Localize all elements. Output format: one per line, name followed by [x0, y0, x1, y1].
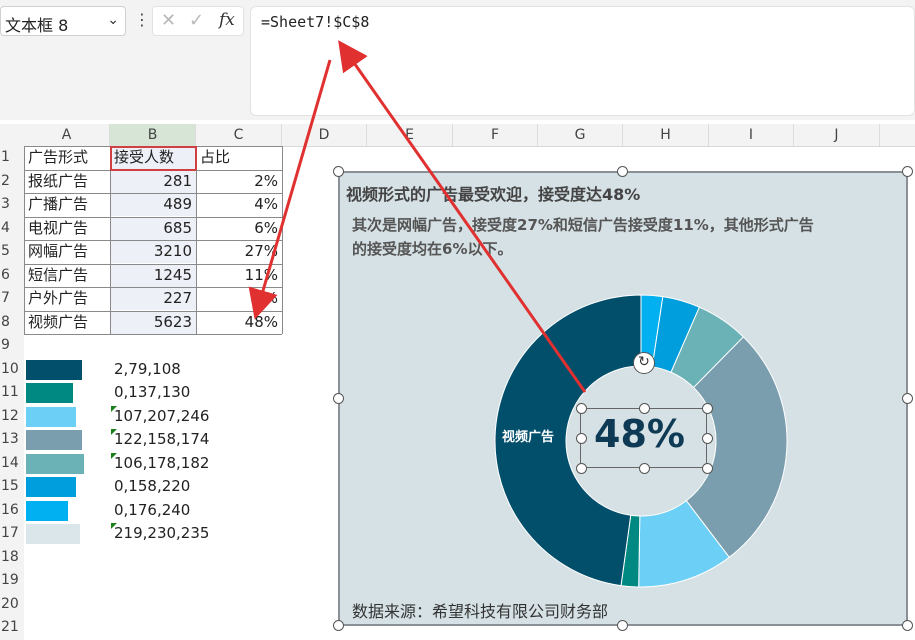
textbox-resize-handle[interactable] — [701, 462, 713, 474]
chart-resize-handle[interactable] — [616, 165, 628, 177]
chart-resize-handle[interactable] — [616, 619, 628, 631]
chart-resize-handle[interactable] — [901, 165, 913, 177]
textbox-resize-handle[interactable] — [638, 402, 650, 414]
textbox-resize-handle[interactable] — [701, 432, 713, 444]
chart-resize-handle[interactable] — [332, 165, 344, 177]
rotate-handle-icon[interactable]: ↻ — [633, 352, 655, 374]
chart-resize-handle[interactable] — [901, 392, 913, 404]
textbox-resize-handle[interactable] — [575, 432, 587, 444]
textbox-resize-handle[interactable] — [638, 462, 650, 474]
slice-label-video: 视频广告 — [502, 430, 555, 445]
chart-resize-handle[interactable] — [901, 619, 913, 631]
textbox-resize-handle[interactable] — [575, 402, 587, 414]
center-percentage[interactable]: 48% — [594, 412, 685, 456]
textbox-resize-handle[interactable] — [575, 462, 587, 474]
donut-plot — [494, 294, 788, 588]
textbox-resize-handle[interactable] — [701, 402, 713, 414]
chart-resize-handle[interactable] — [332, 619, 344, 631]
chart-resize-handle[interactable] — [332, 392, 344, 404]
